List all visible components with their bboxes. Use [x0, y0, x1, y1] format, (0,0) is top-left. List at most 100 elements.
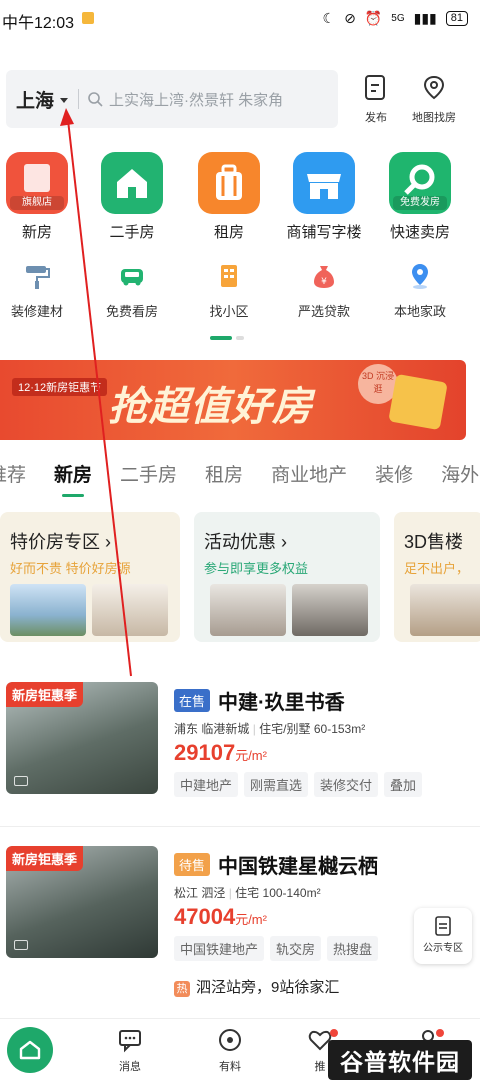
- listing-title-row[interactable]: 待售 中国铁建星樾云栖: [174, 850, 378, 879]
- tab-recommend[interactable]: 推荐: [0, 460, 26, 487]
- city-selector[interactable]: 上海: [16, 86, 54, 113]
- tile-quick-sell[interactable]: 免费发房 快速卖房: [380, 152, 460, 242]
- map-pin-icon: [423, 75, 445, 100]
- tile-new-home[interactable]: 旗舰店 新房: [0, 152, 77, 242]
- listing-meta: 松江 泗泾 | 住宅 100-140m²: [174, 886, 321, 900]
- car-icon: [114, 258, 150, 294]
- promo-card-title: 活动优惠 ›: [204, 532, 287, 552]
- edit-document-icon: [365, 75, 385, 100]
- nav-discover[interactable]: 有料: [200, 1027, 260, 1074]
- new-home-icon: 旗舰店: [6, 152, 68, 214]
- tab-rent[interactable]: 租房: [205, 460, 243, 487]
- listing-highlight: 热泗泾站旁，9站徐家汇: [174, 976, 339, 997]
- property-photo: [292, 584, 368, 636]
- tile-find-community[interactable]: 找小区: [189, 258, 269, 320]
- tile-housekeeping[interactable]: 本地家政: [380, 258, 460, 320]
- tile-commercial[interactable]: 商铺写字楼: [284, 152, 364, 242]
- gallery-icon: [14, 940, 28, 950]
- tile-label: 新房: [21, 224, 52, 241]
- listing-area: 泗泾: [201, 886, 226, 900]
- page-indicator: [210, 336, 244, 340]
- chat-icon: [119, 1030, 141, 1053]
- compass-icon: [219, 1029, 241, 1051]
- banner-headline: 抢超值好房: [108, 385, 313, 429]
- tile-label: 免费看房: [105, 304, 158, 319]
- tile-label: 快速卖房: [389, 224, 450, 241]
- alarm-icon: ⏰: [364, 10, 383, 26]
- money-bag-icon: ¥: [306, 258, 342, 294]
- listing-area: 临港新城: [201, 722, 250, 736]
- hot-badge: 热: [174, 981, 190, 997]
- tile-label: 找小区: [209, 304, 249, 319]
- listing-tags: 中国铁建地产 轨交房 热搜盘: [174, 936, 379, 961]
- tag-chip: 刚需直选: [244, 772, 309, 797]
- tab-new-home[interactable]: 新房: [54, 460, 92, 497]
- tile-label: 本地家政: [393, 304, 446, 319]
- listing-type: 住宅/别墅: [259, 722, 311, 736]
- tag-chip: 装修交付: [314, 772, 379, 797]
- listing-photo[interactable]: 新房钜惠季: [6, 682, 158, 794]
- free-post-tag: 免费发房: [393, 196, 447, 210]
- nav-home[interactable]: [0, 1027, 60, 1073]
- unread-dot: [436, 1029, 444, 1037]
- notification-icon: [82, 12, 94, 24]
- tab-overseas[interactable]: 海外: [441, 460, 479, 487]
- gift-card-icon: [388, 373, 448, 431]
- promo-card-subtitle: 好而不贵 特价好房源: [10, 561, 131, 576]
- tile-label: 二手房: [109, 224, 155, 241]
- tile-label: 租房: [213, 224, 244, 241]
- promo-card-title: 特价房专区 ›: [10, 532, 111, 552]
- gallery-icon: [14, 776, 28, 786]
- listing-photo[interactable]: 新房钜惠季: [6, 846, 158, 958]
- search-placeholder: 上实海上湾·然景轩 朱家角: [109, 91, 284, 109]
- building-icon: [211, 258, 247, 294]
- status-badge: 在售: [174, 689, 211, 712]
- promo-card-title: 3D售楼: [404, 532, 464, 552]
- tile-renovation[interactable]: 装修建材: [0, 258, 77, 320]
- tile-second-hand[interactable]: 二手房: [92, 152, 172, 242]
- shop-icon: [293, 152, 355, 214]
- category-tabs: 推荐 新房 二手房 租房 商业地产 装修 海外: [0, 460, 479, 497]
- nav-messages[interactable]: 消息: [100, 1027, 160, 1074]
- publish-button[interactable]: 发布: [346, 74, 406, 125]
- status-badge: 待售: [174, 853, 211, 876]
- nav-label: 消息: [119, 1061, 141, 1073]
- promo-banner[interactable]: 12·12新房钜惠节 抢超值好房 3D 沉浸逛: [0, 360, 466, 440]
- promo-card-events[interactable]: 活动优惠 › 参与即享更多权益: [194, 512, 380, 642]
- tab-commercial[interactable]: 商业地产: [271, 460, 347, 487]
- listing-size: 60-153m²: [313, 722, 366, 736]
- signal-icon: ▮▮▮: [413, 10, 437, 26]
- public-notice-button[interactable]: 公示专区: [414, 908, 472, 964]
- tab-decoration[interactable]: 装修: [375, 460, 413, 487]
- status-time: 中午12:03: [2, 15, 75, 32]
- suitcase-icon: [198, 152, 260, 214]
- divider: [0, 826, 480, 827]
- mute-icon: ⊘: [344, 10, 356, 26]
- tile-label: 装修建材: [10, 304, 63, 319]
- listing-ribbon: 新房钜惠季: [6, 682, 84, 707]
- highlight-text: 泗泾站旁，9站徐家汇: [196, 979, 340, 996]
- map-search-button[interactable]: 地图找房: [404, 74, 464, 125]
- promo-card-3d[interactable]: 3D售楼 足不出户，: [394, 512, 480, 642]
- banner-small-text: 12·12新房钜惠节: [12, 378, 108, 396]
- tile-rent[interactable]: 租房: [189, 152, 269, 242]
- search-bar[interactable]: 上海 上实海上湾·然景轩 朱家角: [6, 70, 338, 128]
- tile-label: 严选贷款: [297, 304, 350, 319]
- property-photo: [92, 584, 168, 636]
- tag-chip: 中国铁建地产: [174, 936, 265, 961]
- listing-price: 29107元/m²: [174, 740, 267, 766]
- unread-dot: [330, 1029, 338, 1037]
- property-photo: [210, 584, 286, 636]
- listing-district: 松江: [174, 886, 199, 900]
- flagship-tag: 旗舰店: [10, 196, 64, 210]
- listing-title-row[interactable]: 在售 中建·玖里书香: [174, 686, 345, 715]
- tile-free-viewing[interactable]: 免费看房: [92, 258, 172, 320]
- location-pin-icon: [402, 258, 438, 294]
- magnifier-icon: 免费发房: [389, 152, 451, 214]
- tab-second-hand[interactable]: 二手房: [120, 460, 177, 487]
- tile-loan[interactable]: ¥ 严选贷款: [284, 258, 364, 320]
- divider: [78, 89, 80, 109]
- signal-label: 5G: [391, 13, 405, 24]
- promo-card-discount[interactable]: 特价房专区 › 好而不贵 特价好房源: [0, 512, 180, 642]
- listing-name: 中国铁建星樾云栖: [218, 856, 379, 878]
